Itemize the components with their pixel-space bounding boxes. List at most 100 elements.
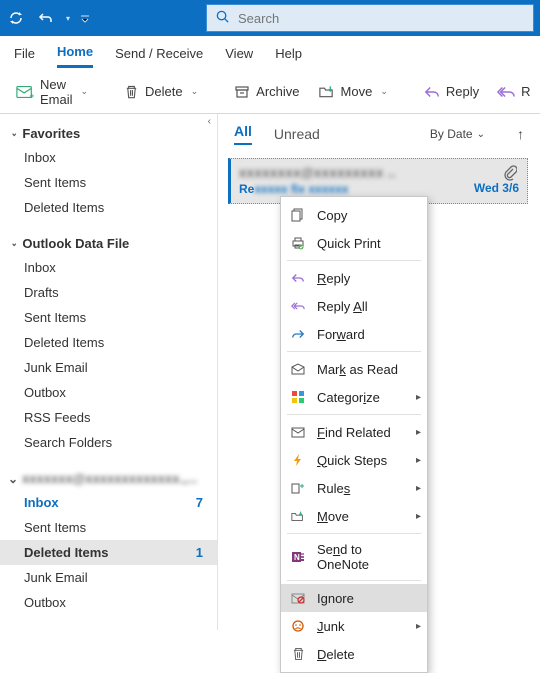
svg-text:N: N [294, 553, 300, 562]
submenu-arrow-icon: ▸ [416, 483, 421, 494]
menu-send-receive[interactable]: Send / Receive [115, 40, 203, 67]
reply-button[interactable]: Reply [418, 80, 485, 103]
nav-df-deleted[interactable]: Deleted Items [0, 330, 217, 355]
context-menu: Copy Quick Print Reply Reply All Forward… [280, 196, 428, 673]
nav-df-search[interactable]: Search Folders [0, 430, 217, 455]
ctx-copy[interactable]: Copy [281, 201, 427, 229]
ribbon: + New Email ⌄ Delete ⌄ Archive Move ⌄ Re… [0, 70, 540, 114]
archive-button[interactable]: Archive [228, 80, 305, 104]
reply-all-short: R [521, 84, 530, 99]
ctx-ignore[interactable]: Ignore [281, 584, 427, 612]
rules-icon [289, 479, 307, 497]
menu-file[interactable]: File [14, 40, 35, 67]
nav-df-rss[interactable]: RSS Feeds [0, 405, 217, 430]
nav-collapse-icon[interactable]: ‹ [208, 116, 211, 127]
search-icon [215, 9, 230, 27]
ctx-reply-all[interactable]: Reply All [281, 292, 427, 320]
nav-acct-inbox[interactable]: Inbox 7 [0, 490, 217, 515]
undo-icon[interactable] [34, 6, 58, 30]
categorize-icon [289, 388, 307, 406]
titlebar: ▾ [0, 0, 540, 36]
nav-datafile-header[interactable]: ⌄ Outlook Data File [0, 232, 217, 255]
search-container [206, 0, 540, 36]
sort-direction-icon[interactable]: ↑ [517, 126, 524, 142]
submenu-arrow-icon: ▸ [416, 455, 421, 466]
nav-df-outbox[interactable]: Outbox [0, 380, 217, 405]
sort-button[interactable]: By Date ⌄ [430, 127, 485, 141]
mail-open-icon [289, 360, 307, 378]
ctx-quick-steps[interactable]: Quick Steps ▸ [281, 446, 427, 474]
chevron-down-icon: ⌄ [191, 86, 199, 97]
nav-fav-sent[interactable]: Sent Items [0, 170, 217, 195]
nav-acct-sent[interactable]: Sent Items [0, 515, 217, 540]
nav-favorites-header[interactable]: ⌄ Favorites [0, 122, 217, 145]
ctx-delete[interactable]: Delete [281, 640, 427, 668]
menubar: File Home Send / Receive View Help [0, 36, 540, 70]
attachment-icon [503, 165, 517, 184]
nav-df-drafts[interactable]: Drafts [0, 280, 217, 305]
nav-fav-deleted[interactable]: Deleted Items [0, 195, 217, 220]
ctx-move[interactable]: Move ▸ [281, 502, 427, 530]
nav-acct-junk[interactable]: Junk Email [0, 565, 217, 590]
move-button[interactable]: Move ⌄ [312, 80, 394, 104]
message-sender: xxxxxxxx@xxxxxxxxx .. [239, 165, 519, 180]
ctx-separator [287, 260, 421, 261]
reply-icon [289, 269, 307, 287]
ctx-separator [287, 580, 421, 581]
nav-acct-deleted[interactable]: Deleted Items 1 [0, 540, 217, 565]
chevron-down-icon: ⌄ [380, 86, 388, 97]
nav-favorites-label: Favorites [22, 126, 80, 141]
submenu-arrow-icon: ▸ [416, 427, 421, 438]
qat-customize-icon[interactable] [78, 6, 92, 30]
ctx-separator [287, 414, 421, 415]
reply-all-icon [289, 297, 307, 315]
chevron-down-icon: ⌄ [477, 129, 485, 140]
junk-icon [289, 617, 307, 635]
ctx-find-related[interactable]: Find Related ▸ [281, 418, 427, 446]
chevron-down-icon: ⌄ [11, 128, 18, 139]
svg-text:+: + [30, 91, 35, 100]
reply-all-button[interactable]: R [491, 80, 530, 103]
tab-unread[interactable]: Unread [274, 126, 320, 142]
delete-button[interactable]: Delete ⌄ [118, 80, 204, 104]
main-area: ‹ ⌄ Favorites Inbox Sent Items Deleted I… [0, 114, 540, 630]
move-folder-icon [289, 507, 307, 525]
chevron-down-icon: ⌄ [81, 86, 89, 97]
list-header: All Unread By Date ⌄ ↑ [218, 114, 540, 154]
ctx-categorize[interactable]: Categorize ▸ [281, 383, 427, 411]
nav-account-header[interactable]: xxxxxxx@xxxxxxxxxxxxx.,... [0, 467, 217, 490]
nav-df-sent[interactable]: Sent Items [0, 305, 217, 330]
nav-df-junk[interactable]: Junk Email [0, 355, 217, 380]
nav-datafile-label: Outlook Data File [22, 236, 129, 251]
ctx-quick-print[interactable]: Quick Print [281, 229, 427, 257]
new-email-button[interactable]: + New Email ⌄ [10, 73, 94, 111]
qat-separator: ▾ [66, 14, 70, 23]
ctx-rules[interactable]: Rules ▸ [281, 474, 427, 502]
ctx-mark-read[interactable]: Mark as Read [281, 355, 427, 383]
ctx-forward[interactable]: Forward [281, 320, 427, 348]
print-icon [289, 234, 307, 252]
archive-label: Archive [256, 84, 299, 99]
nav-pane: ‹ ⌄ Favorites Inbox Sent Items Deleted I… [0, 114, 218, 630]
search-input[interactable] [238, 11, 525, 26]
chevron-down-icon: ⌄ [11, 238, 18, 249]
ctx-reply[interactable]: Reply [281, 264, 427, 292]
nav-acct-outbox[interactable]: Outbox [0, 590, 217, 615]
nav-df-inbox[interactable]: Inbox [0, 255, 217, 280]
onenote-icon: N [289, 548, 307, 566]
menu-help[interactable]: Help [275, 40, 302, 67]
ctx-onenote[interactable]: N Send to OneNote [281, 537, 427, 577]
reply-label: Reply [446, 84, 479, 99]
search-box[interactable] [206, 4, 534, 32]
delete-label: Delete [145, 84, 183, 99]
lightning-icon [289, 451, 307, 469]
menu-home[interactable]: Home [57, 38, 93, 68]
ctx-separator [287, 533, 421, 534]
nav-fav-inbox[interactable]: Inbox [0, 145, 217, 170]
sync-icon[interactable] [4, 6, 28, 30]
count-badge: 1 [196, 545, 203, 560]
submenu-arrow-icon: ▸ [416, 511, 421, 522]
ctx-junk[interactable]: Junk ▸ [281, 612, 427, 640]
menu-view[interactable]: View [225, 40, 253, 67]
tab-all[interactable]: All [234, 123, 252, 145]
